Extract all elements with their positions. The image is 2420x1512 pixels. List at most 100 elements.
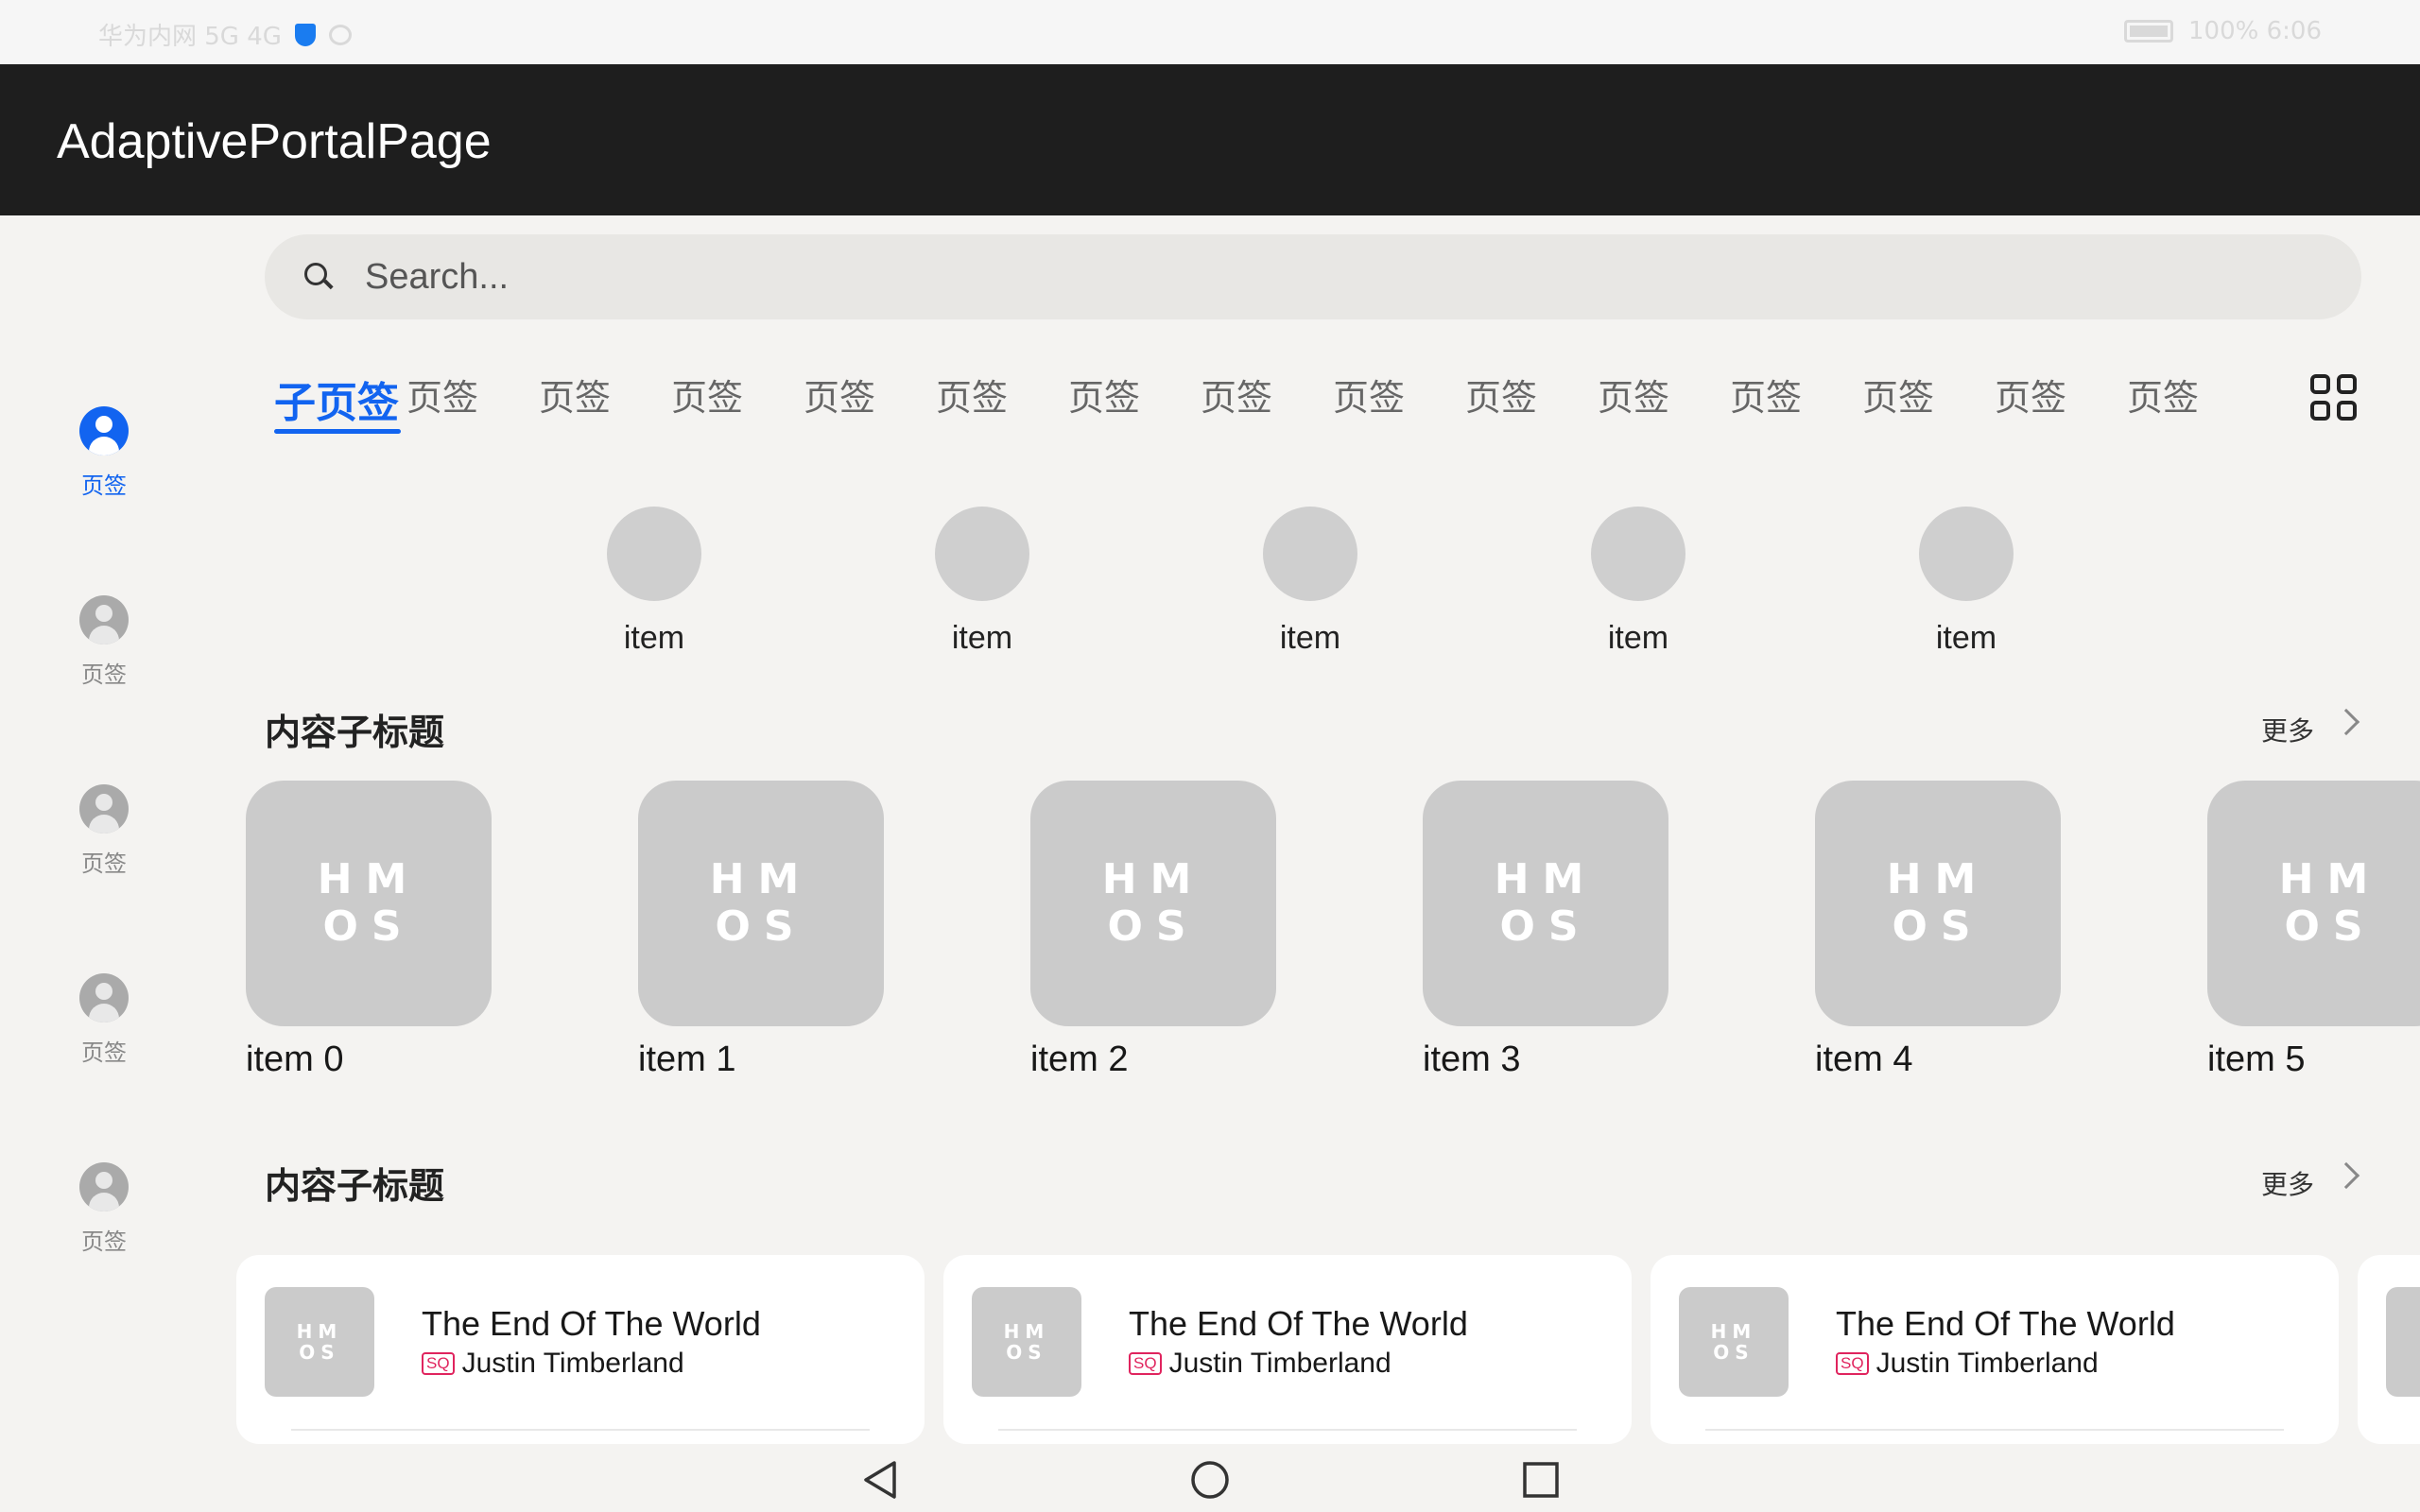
more-link[interactable]: 更多 bbox=[2261, 1164, 2314, 1202]
tile-label: item 2 bbox=[1030, 1040, 1129, 1079]
rail-item-0[interactable]: 页签 bbox=[47, 406, 161, 520]
battery-icon bbox=[2124, 20, 2174, 43]
tab-8[interactable]: 页签 bbox=[1333, 369, 1465, 435]
tab-10[interactable]: 页签 bbox=[1598, 369, 1730, 435]
circle-item-4[interactable]: item bbox=[1872, 507, 2061, 657]
circle-image bbox=[607, 507, 701, 601]
search-input[interactable] bbox=[365, 251, 2161, 302]
network-text: 华为内网 5G 4G bbox=[98, 23, 282, 51]
song-card-0[interactable]: HM OS The End Of The World SQ Justin Timb… bbox=[236, 1255, 925, 1444]
song-card-2[interactable]: HM OS The End Of The World SQ Justin Timb… bbox=[1651, 1255, 2339, 1444]
circle-item-3[interactable]: item bbox=[1544, 507, 1733, 657]
circle-item-0[interactable]: item bbox=[560, 507, 749, 657]
song-card-partial[interactable] bbox=[2358, 1255, 2420, 1444]
tab-14[interactable]: 页签 bbox=[2127, 369, 2259, 435]
song-title: The End Of The World bbox=[1129, 1304, 1468, 1343]
circle-image bbox=[1591, 507, 1685, 601]
app-title: AdaptivePortalPage bbox=[57, 114, 492, 169]
tile-item-4[interactable]: HM OS item 4 bbox=[1815, 781, 2061, 1080]
tab-11[interactable]: 页签 bbox=[1730, 369, 1862, 435]
hmos-logo-image: HM OS bbox=[972, 1287, 1081, 1397]
song-card-row: HM OS The End Of The World SQ Justin Timb… bbox=[0, 1255, 2420, 1444]
circle-item-2[interactable]: item bbox=[1216, 507, 1405, 657]
tab-5[interactable]: 页签 bbox=[936, 369, 1068, 435]
circle-image bbox=[935, 507, 1029, 601]
tile-label: item 1 bbox=[638, 1040, 736, 1079]
song-title: The End Of The World bbox=[1836, 1304, 2175, 1343]
more-link[interactable]: 更多 bbox=[2261, 711, 2314, 748]
recent-apps-icon[interactable] bbox=[1522, 1461, 1560, 1499]
tab-9[interactable]: 页签 bbox=[1465, 369, 1598, 435]
thumbnail-image bbox=[2386, 1287, 2420, 1397]
avatar-icon bbox=[79, 406, 129, 455]
tile-label: item 3 bbox=[1423, 1040, 1521, 1079]
tile-label: item 5 bbox=[2207, 1040, 2306, 1079]
tab-13[interactable]: 页签 bbox=[1995, 369, 2127, 435]
tile-label: item 0 bbox=[246, 1040, 344, 1079]
artist-row: SQ Justin Timberland bbox=[422, 1348, 684, 1380]
tile-item-2[interactable]: HM OS item 2 bbox=[1030, 781, 1276, 1080]
section-title: 内容子标题 bbox=[265, 712, 445, 753]
section-header-2: 内容子标题 更多 bbox=[265, 1157, 2363, 1213]
search-bar[interactable] bbox=[265, 234, 2361, 319]
sq-badge: SQ bbox=[1836, 1352, 1869, 1375]
search-icon bbox=[304, 263, 334, 289]
hmos-logo-image: HM OS bbox=[265, 1287, 374, 1397]
status-bar: 华为内网 5G 4G 100% 6:06 bbox=[0, 0, 2420, 64]
sq-badge: SQ bbox=[422, 1352, 455, 1375]
shield-icon bbox=[294, 23, 316, 46]
tile-row: HM OS item 0 HM OS item 1 HM OS item 2 HM OS… bbox=[0, 781, 2420, 1102]
tab-0[interactable]: 子页签 bbox=[274, 369, 406, 435]
tab-2[interactable]: 页签 bbox=[539, 369, 671, 435]
hmos-logo-image: HM OS bbox=[1815, 781, 2061, 1026]
song-card-1[interactable]: HM OS The End Of The World SQ Justin Timb… bbox=[943, 1255, 1632, 1444]
tab-bar: 子页签 页签 页签 页签 页签 页签 页签 页签 页签 页签 页签 页签 页签 … bbox=[274, 369, 2259, 444]
tile-item-5[interactable]: HM OS item 5 bbox=[2207, 781, 2420, 1080]
message-icon bbox=[328, 24, 352, 45]
hmos-logo-image: HM OS bbox=[2207, 781, 2420, 1026]
status-left: 华为内网 5G 4G bbox=[98, 17, 352, 52]
tab-6[interactable]: 页签 bbox=[1068, 369, 1201, 435]
tab-7[interactable]: 页签 bbox=[1201, 369, 1333, 435]
circle-label: item bbox=[623, 620, 685, 656]
circle-image bbox=[1919, 507, 2014, 601]
tab-3[interactable]: 页签 bbox=[671, 369, 804, 435]
divider bbox=[998, 1429, 1577, 1431]
tile-item-0[interactable]: HM OS item 0 bbox=[246, 781, 492, 1080]
divider bbox=[291, 1429, 870, 1431]
circle-label: item bbox=[1279, 620, 1341, 656]
tab-12[interactable]: 页签 bbox=[1862, 369, 1995, 435]
chevron-right-icon[interactable] bbox=[2332, 1161, 2360, 1190]
hmos-logo-image: HM OS bbox=[246, 781, 492, 1026]
artist-row: SQ Justin Timberland bbox=[1836, 1348, 2099, 1380]
status-right: 100% 6:06 bbox=[2124, 17, 2322, 45]
home-icon[interactable] bbox=[1189, 1459, 1231, 1501]
app-bar: AdaptivePortalPage bbox=[0, 64, 2420, 215]
rail-label: 页签 bbox=[81, 472, 127, 499]
rail-label: 页签 bbox=[81, 1228, 127, 1255]
hmos-logo-image: HM OS bbox=[1423, 781, 1668, 1026]
hmos-logo-image: HM OS bbox=[1679, 1287, 1789, 1397]
tab-1[interactable]: 页签 bbox=[406, 369, 539, 435]
song-title: The End Of The World bbox=[422, 1304, 761, 1343]
hmos-logo-image: HM OS bbox=[1030, 781, 1276, 1026]
tab-4[interactable]: 页签 bbox=[804, 369, 936, 435]
circle-label: item bbox=[1607, 620, 1669, 656]
artist-row: SQ Justin Timberland bbox=[1129, 1348, 1392, 1380]
avatar-icon bbox=[79, 1162, 129, 1211]
tile-item-1[interactable]: HM OS item 1 bbox=[638, 781, 884, 1080]
artist-name: Justin Timberland bbox=[461, 1348, 684, 1379]
rail-label: 页签 bbox=[81, 662, 127, 688]
circle-image bbox=[1263, 507, 1357, 601]
tile-item-3[interactable]: HM OS item 3 bbox=[1423, 781, 1668, 1080]
grid-icon[interactable] bbox=[2310, 374, 2358, 421]
hmos-logo-image: HM OS bbox=[638, 781, 884, 1026]
circle-item-1[interactable]: item bbox=[888, 507, 1077, 657]
tile-label: item 4 bbox=[1815, 1040, 1913, 1079]
circle-label: item bbox=[951, 620, 1013, 656]
divider bbox=[1705, 1429, 2284, 1431]
battery-time-text: 100% 6:06 bbox=[2188, 17, 2322, 45]
artist-name: Justin Timberland bbox=[1876, 1348, 2099, 1379]
chevron-right-icon[interactable] bbox=[2332, 708, 2360, 736]
system-nav-bar bbox=[0, 1444, 2420, 1512]
